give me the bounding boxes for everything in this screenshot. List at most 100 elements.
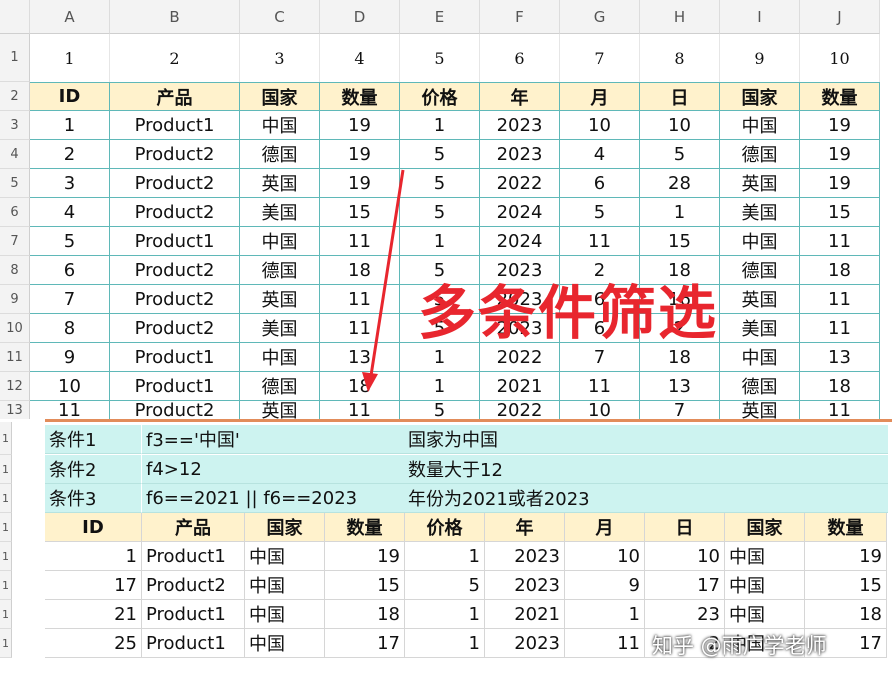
table-header-cell[interactable]: 国家 <box>720 82 800 111</box>
result-cell[interactable]: 11 <box>565 629 645 658</box>
condition-description[interactable]: 数量大于12 <box>404 455 888 484</box>
condition-label[interactable]: 条件2 <box>45 455 142 484</box>
table-cell[interactable]: 6 <box>560 169 640 198</box>
result-cell[interactable]: 23 <box>645 600 725 629</box>
table-cell[interactable]: 中国 <box>720 111 800 140</box>
table-cell[interactable]: 11 <box>30 401 110 420</box>
table-cell[interactable]: 1 <box>30 111 110 140</box>
result-cell[interactable]: 1 <box>405 542 485 571</box>
result-header-cell[interactable]: 国家 <box>245 513 325 542</box>
result-cell[interactable]: 2021 <box>485 600 565 629</box>
table-header-cell[interactable]: 数量 <box>320 82 400 111</box>
condition-label[interactable]: 条件3 <box>45 484 142 513</box>
result-header-cell[interactable]: 日 <box>645 513 725 542</box>
result-cell[interactable]: Product2 <box>142 571 245 600</box>
table-cell[interactable]: 19 <box>320 169 400 198</box>
table-cell[interactable]: 11 <box>800 285 880 314</box>
column-header-H[interactable]: H <box>640 0 720 34</box>
result-cell[interactable]: 10 <box>645 542 725 571</box>
table-cell[interactable]: 11 <box>800 401 880 420</box>
table-cell[interactable]: 1 <box>400 111 480 140</box>
table-cell[interactable]: 1 <box>400 227 480 256</box>
result-cell[interactable]: 17 <box>325 629 405 658</box>
table-cell[interactable]: 中国 <box>720 343 800 372</box>
row-header-13[interactable]: 13 <box>0 401 30 420</box>
table-cell[interactable]: 2023 <box>480 140 560 169</box>
table-cell[interactable]: 英国 <box>240 169 320 198</box>
table-cell[interactable]: 15 <box>640 227 720 256</box>
result-cell[interactable]: 1 <box>405 600 485 629</box>
table-header-cell[interactable]: ID <box>30 82 110 111</box>
result-header-cell[interactable]: 价格 <box>405 513 485 542</box>
table-cell[interactable]: 7 <box>640 401 720 420</box>
condition-description[interactable]: 年份为2021或者2023 <box>404 484 888 513</box>
result-cell[interactable]: 中国 <box>245 629 325 658</box>
row-header-2[interactable]: 2 <box>0 82 30 111</box>
table-cell[interactable]: 10 <box>30 372 110 401</box>
table-cell[interactable]: 9 <box>30 343 110 372</box>
table-cell[interactable]: 7 <box>30 285 110 314</box>
result-header-cell[interactable]: 月 <box>565 513 645 542</box>
table-cell[interactable]: 18 <box>320 372 400 401</box>
result-cell[interactable]: 1 <box>565 600 645 629</box>
table-cell[interactable]: Product2 <box>110 256 240 285</box>
table-cell[interactable]: 5 <box>400 140 480 169</box>
table-cell[interactable]: 美国 <box>240 198 320 227</box>
table-cell[interactable]: 19 <box>320 140 400 169</box>
column-header-J[interactable]: J <box>800 0 880 34</box>
table-cell[interactable]: 德国 <box>720 256 800 285</box>
index-cell[interactable]: 1 <box>30 34 110 82</box>
table-cell[interactable]: 19 <box>320 111 400 140</box>
result-cell[interactable]: 17 <box>45 571 142 600</box>
index-cell[interactable]: 9 <box>720 34 800 82</box>
table-cell[interactable]: 英国 <box>720 169 800 198</box>
table-cell[interactable]: 德国 <box>720 140 800 169</box>
table-cell[interactable]: 5 <box>560 198 640 227</box>
result-header-cell[interactable]: 数量 <box>805 513 887 542</box>
result-header-cell[interactable]: 产品 <box>142 513 245 542</box>
index-cell[interactable]: 8 <box>640 34 720 82</box>
table-cell[interactable]: 6 <box>30 256 110 285</box>
table-header-cell[interactable]: 数量 <box>800 82 880 111</box>
result-cell[interactable]: 18 <box>805 600 887 629</box>
table-cell[interactable]: 2024 <box>480 227 560 256</box>
result-cell[interactable]: 21 <box>45 600 142 629</box>
result-cell[interactable]: 19 <box>325 542 405 571</box>
condition-description[interactable]: 国家为中国 <box>404 425 888 454</box>
result-cell[interactable]: 9 <box>565 571 645 600</box>
row-header-partial[interactable]: 1 <box>0 422 12 455</box>
table-cell[interactable]: Product2 <box>110 314 240 343</box>
result-cell[interactable]: Product1 <box>142 542 245 571</box>
result-cell[interactable]: 18 <box>325 600 405 629</box>
table-header-cell[interactable]: 价格 <box>400 82 480 111</box>
result-cell[interactable]: 中国 <box>725 600 805 629</box>
table-cell[interactable]: 11 <box>320 227 400 256</box>
table-header-cell[interactable]: 产品 <box>110 82 240 111</box>
result-cell[interactable]: 5 <box>405 571 485 600</box>
table-cell[interactable]: 5 <box>400 401 480 420</box>
index-cell[interactable]: 7 <box>560 34 640 82</box>
table-cell[interactable]: 英国 <box>240 285 320 314</box>
table-cell[interactable]: 11 <box>800 314 880 343</box>
table-header-cell[interactable]: 国家 <box>240 82 320 111</box>
result-cell[interactable]: Product1 <box>142 629 245 658</box>
table-cell[interactable]: 1 <box>400 372 480 401</box>
row-header-partial[interactable]: 1 <box>0 600 12 629</box>
table-cell[interactable]: 11 <box>320 314 400 343</box>
table-cell[interactable]: Product2 <box>110 198 240 227</box>
table-cell[interactable]: Product2 <box>110 285 240 314</box>
table-cell[interactable]: 4 <box>560 140 640 169</box>
result-cell[interactable]: 中国 <box>245 600 325 629</box>
table-cell[interactable]: 2023 <box>480 111 560 140</box>
table-cell[interactable]: 19 <box>800 169 880 198</box>
table-cell[interactable]: 8 <box>30 314 110 343</box>
row-header-partial[interactable]: 1 <box>0 455 12 484</box>
row-header-5[interactable]: 5 <box>0 169 30 198</box>
table-cell[interactable]: Product1 <box>110 111 240 140</box>
condition-label[interactable]: 条件1 <box>45 425 142 454</box>
condition-expression[interactable]: f6==2021 || f6==2023 <box>142 484 404 513</box>
table-cell[interactable]: 11 <box>800 227 880 256</box>
table-cell[interactable]: 中国 <box>240 227 320 256</box>
result-cell[interactable]: 15 <box>805 571 887 600</box>
table-cell[interactable]: 19 <box>800 140 880 169</box>
